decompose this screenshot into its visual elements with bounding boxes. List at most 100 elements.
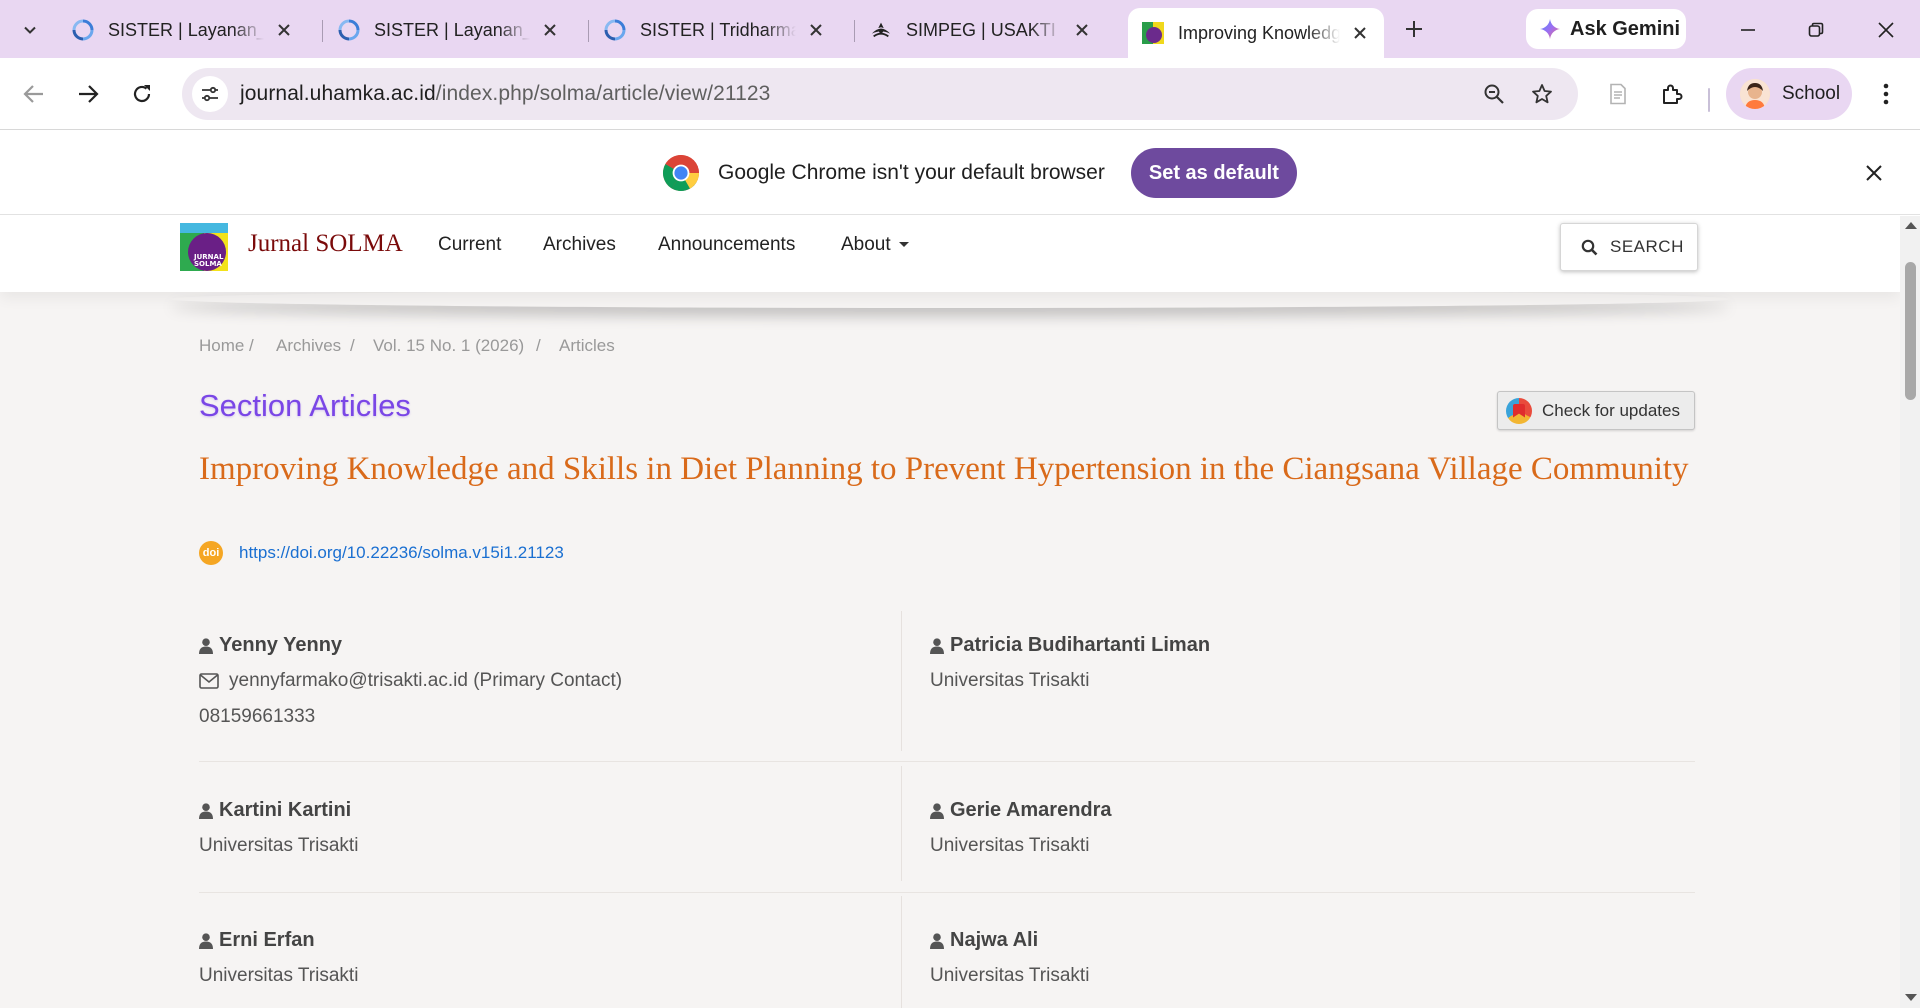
search-button[interactable]: SEARCH bbox=[1560, 223, 1698, 271]
extensions-puzzle-icon[interactable] bbox=[1654, 76, 1690, 112]
nav-announcements[interactable]: Announcements bbox=[658, 234, 795, 256]
author-email-text: yennyfarmako@trisakti.ac.id (Primary Con… bbox=[229, 670, 623, 691]
column-divider bbox=[901, 766, 902, 881]
url-path: /index.php/solma/article/view/21123 bbox=[435, 82, 771, 105]
breadcrumb-home[interactable]: Home bbox=[199, 336, 244, 356]
author-name-text: Patricia Budihartanti Liman bbox=[950, 634, 1211, 656]
browser-toolbar: journal.uhamka.ac.id/index.php/solma/art… bbox=[0, 58, 1920, 130]
author-email[interactable]: yennyfarmako@trisakti.ac.id (Primary Con… bbox=[199, 670, 622, 692]
breadcrumb-current: Articles bbox=[559, 336, 615, 355]
page-viewport: JURNAL SOLMA Jurnal SOLMA Current Archiv… bbox=[0, 216, 1900, 1008]
sister-favicon-icon bbox=[338, 19, 360, 41]
search-icon bbox=[1581, 239, 1598, 255]
tab-title: SIMPEG | USAKTI bbox=[906, 19, 1056, 40]
chrome-menu-icon[interactable] bbox=[1868, 76, 1904, 112]
user-icon bbox=[199, 932, 213, 949]
scrollbar-thumb[interactable] bbox=[1905, 262, 1916, 400]
avatar bbox=[1740, 79, 1770, 109]
tab-search-chevron-icon[interactable] bbox=[14, 14, 46, 46]
user-icon bbox=[199, 802, 213, 819]
solma-favicon-icon bbox=[1142, 22, 1164, 44]
toolbar-divider bbox=[1708, 88, 1710, 112]
tab-improving-knowledge[interactable]: Improving Knowledge and Skills bbox=[1128, 8, 1384, 58]
profile-button[interactable]: School bbox=[1726, 68, 1852, 120]
author-name-text: Najwa Ali bbox=[950, 929, 1039, 951]
check-for-updates-button[interactable]: Check for updates bbox=[1497, 391, 1695, 430]
forward-icon[interactable] bbox=[70, 76, 106, 112]
user-icon bbox=[199, 637, 213, 654]
search-label: SEARCH bbox=[1610, 237, 1684, 256]
breadcrumb-issue[interactable]: Vol. 15 No. 1 (2026) bbox=[373, 336, 524, 356]
new-tab-icon[interactable] bbox=[1398, 13, 1430, 45]
reading-mode-icon[interactable] bbox=[1600, 76, 1636, 112]
tab-title: SISTER | Layanan_bk bbox=[374, 19, 530, 40]
close-tab-icon[interactable] bbox=[538, 18, 562, 42]
author-name-text: Erni Erfan bbox=[219, 929, 315, 951]
column-divider bbox=[901, 611, 902, 751]
sister-favicon-icon bbox=[72, 19, 94, 41]
envelope-icon bbox=[199, 673, 219, 689]
reload-icon[interactable] bbox=[124, 76, 160, 112]
close-infobar-icon[interactable] bbox=[1858, 157, 1890, 189]
close-tab-icon[interactable] bbox=[1070, 18, 1094, 42]
infobar-message: Google Chrome isn't your default browser bbox=[718, 161, 1105, 184]
caret-down-icon bbox=[898, 242, 909, 248]
article-title: Improving Knowledge and Skills in Diet P… bbox=[199, 451, 1689, 487]
restore-icon[interactable] bbox=[1796, 10, 1836, 50]
breadcrumb-archives[interactable]: Archives bbox=[276, 336, 341, 356]
site-brand[interactable]: Jurnal SOLMA bbox=[248, 230, 403, 258]
bookmark-star-icon[interactable] bbox=[1524, 76, 1560, 112]
close-tab-icon[interactable] bbox=[272, 18, 296, 42]
tab-separator bbox=[588, 20, 589, 42]
nav-current[interactable]: Current bbox=[438, 234, 501, 256]
tab-strip: SISTER | Layanan_bk SISTER | Layanan_bk … bbox=[0, 0, 1920, 58]
default-browser-infobar: Google Chrome isn't your default browser… bbox=[0, 131, 1920, 215]
close-tab-icon[interactable] bbox=[1348, 21, 1372, 45]
author-affiliation: Universitas Trisakti bbox=[930, 670, 1090, 691]
chrome-logo-icon bbox=[662, 155, 699, 192]
profile-label: School bbox=[1782, 83, 1841, 104]
nav-archives[interactable]: Archives bbox=[543, 234, 616, 256]
user-icon bbox=[930, 802, 944, 819]
check-for-updates-label: Check for updates bbox=[1542, 400, 1680, 420]
author-phone: 08159661333 bbox=[199, 706, 316, 727]
row-divider bbox=[199, 761, 1695, 762]
address-bar[interactable]: journal.uhamka.ac.id/index.php/solma/art… bbox=[182, 68, 1578, 120]
zoom-icon[interactable] bbox=[1476, 76, 1512, 112]
scroll-down-arrow-icon[interactable] bbox=[1905, 994, 1917, 1001]
author-name-text: Kartini Kartini bbox=[219, 799, 352, 821]
close-window-icon[interactable] bbox=[1866, 10, 1906, 50]
page-scrollbar[interactable] bbox=[1900, 216, 1920, 1008]
logo-lettering: SOLMA bbox=[194, 260, 222, 268]
breadcrumb-separator: / bbox=[249, 336, 254, 355]
url-host: journal.uhamka.ac.id bbox=[240, 82, 436, 105]
site-info-icon[interactable] bbox=[192, 76, 228, 112]
doi-icon: doi bbox=[199, 541, 223, 565]
column-divider bbox=[901, 896, 902, 1008]
author-affiliation: Universitas Trisakti bbox=[930, 835, 1090, 856]
author-name: Najwa Ali bbox=[930, 929, 1038, 952]
scroll-up-arrow-icon[interactable] bbox=[1905, 222, 1917, 229]
journal-logo[interactable]: JURNAL SOLMA bbox=[180, 223, 228, 271]
tab-sister-1[interactable]: SISTER | Layanan_bk bbox=[58, 10, 308, 50]
ask-gemini-button[interactable]: Ask Gemini bbox=[1526, 9, 1686, 49]
tab-sister-tridharma[interactable]: SISTER | Tridharma bbox=[590, 10, 840, 50]
author-affiliation: Universitas Trisakti bbox=[930, 965, 1090, 986]
tab-separator bbox=[322, 20, 323, 42]
minimize-icon[interactable] bbox=[1728, 10, 1768, 50]
tab-title: SISTER | Tridharma bbox=[640, 19, 796, 40]
author-name: Patricia Budihartanti Liman bbox=[930, 634, 1210, 657]
tab-sister-2[interactable]: SISTER | Layanan_bk bbox=[324, 10, 574, 50]
nav-about[interactable]: About bbox=[841, 234, 909, 256]
tab-simpeg[interactable]: SIMPEG | USAKTI bbox=[856, 10, 1106, 50]
author-name: Erni Erfan bbox=[199, 929, 315, 952]
author-name: Gerie Amarendra bbox=[930, 799, 1112, 822]
tab-title: SISTER | Layanan_bk bbox=[108, 19, 264, 40]
header-shadow bbox=[170, 290, 1730, 308]
close-tab-icon[interactable] bbox=[804, 18, 828, 42]
tab-title: Improving Knowledge and Skills bbox=[1178, 22, 1340, 43]
back-icon[interactable] bbox=[16, 76, 52, 112]
doi-link[interactable]: https://doi.org/10.22236/solma.v15i1.211… bbox=[239, 543, 564, 563]
author-name-text: Gerie Amarendra bbox=[950, 799, 1112, 821]
set-as-default-button[interactable]: Set as default bbox=[1130, 148, 1297, 198]
